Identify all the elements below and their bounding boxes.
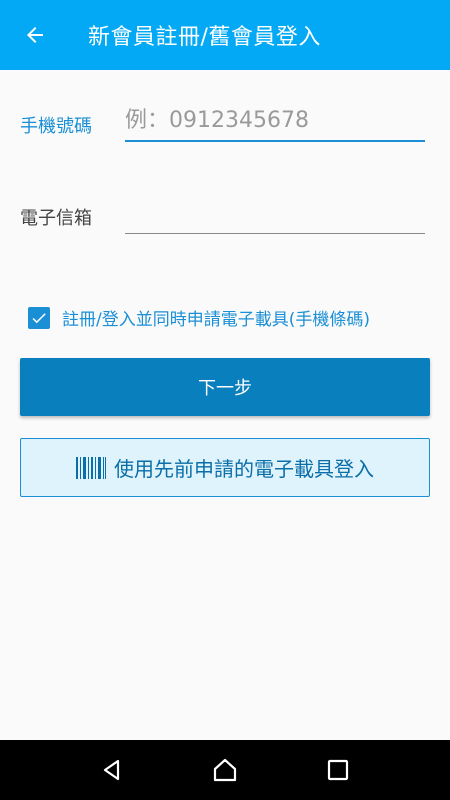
email-label: 電子信箱 <box>20 208 92 229</box>
form-container: 手機號碼 電子信箱 註冊/登入並同時申請電子載具(手機條碼) 下一步 <box>0 70 450 740</box>
back-button[interactable] <box>0 0 70 70</box>
email-input[interactable] <box>125 192 425 234</box>
apply-carrier-checkbox[interactable] <box>28 306 50 329</box>
nav-back-button[interactable] <box>87 745 137 795</box>
phone-input[interactable] <box>125 100 425 142</box>
barcode-icon <box>76 456 106 479</box>
nav-home-button[interactable] <box>200 745 250 795</box>
nav-recents-square-icon <box>328 759 349 781</box>
phone-label: 手機號碼 <box>20 116 92 137</box>
phone-field-row: 手機號碼 <box>20 100 430 150</box>
nav-recents-button[interactable] <box>313 745 363 795</box>
apply-carrier-checkbox-row[interactable]: 註冊/登入並同時申請電子載具(手機條碼) <box>28 305 370 330</box>
email-field-row: 電子信箱 <box>20 192 430 242</box>
carrier-login-button[interactable]: 使用先前申請的電子載具登入 <box>20 438 430 497</box>
carrier-login-label: 使用先前申請的電子載具登入 <box>114 457 374 481</box>
nav-home-icon <box>213 758 237 782</box>
nav-back-triangle-icon <box>103 759 119 781</box>
arrow-left-icon <box>27 27 43 43</box>
system-nav-bar <box>0 740 450 800</box>
apply-carrier-label: 註冊/登入並同時申請電子載具(手機條碼) <box>62 310 370 330</box>
page-title: 新會員註冊/舊會員登入 <box>88 25 321 50</box>
next-button[interactable]: 下一步 <box>20 358 430 416</box>
checkmark-icon <box>32 312 46 323</box>
app-bar: 新會員註冊/舊會員登入 <box>0 0 450 70</box>
